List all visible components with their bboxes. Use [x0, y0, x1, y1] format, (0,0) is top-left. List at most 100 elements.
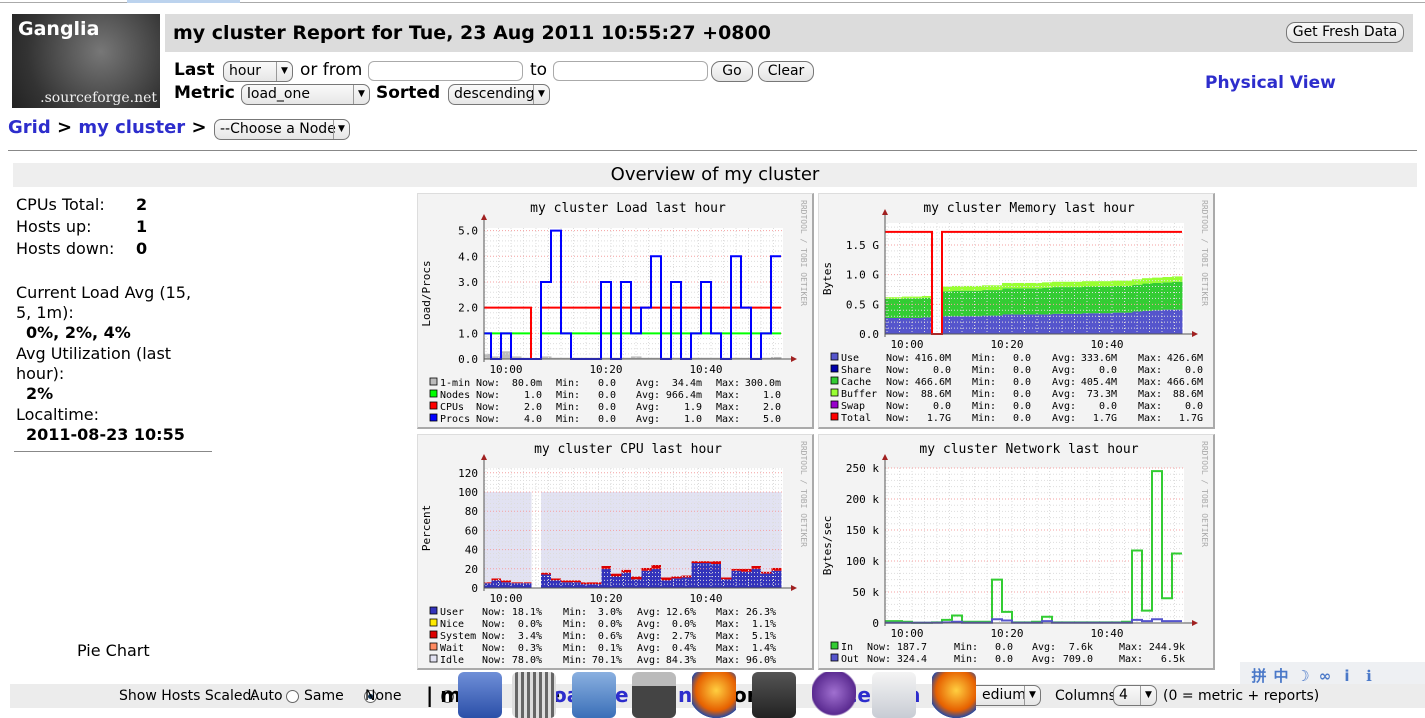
firefox-dock-icon[interactable] — [932, 672, 976, 718]
series-cache-bar — [922, 297, 933, 318]
legend-max-label: Max: — [716, 655, 740, 666]
cpu-graph[interactable]: 0 20 40 60 80 100 120 10:00 10:20 10:40 my cluster… — [417, 434, 814, 670]
legend-name: Nice — [440, 619, 464, 630]
series-user-bar — [561, 582, 572, 588]
last-range-select[interactable]: hour ▼ — [223, 61, 293, 82]
series-buffer-bar — [922, 296, 933, 298]
series-cache-bar — [892, 298, 903, 318]
series-user-bar — [771, 570, 782, 588]
trash-dock-icon[interactable] — [512, 672, 556, 718]
series-user-bar — [721, 579, 732, 588]
from-date-input[interactable] — [368, 61, 523, 81]
series-cache-bar — [1112, 285, 1123, 313]
series-system-bar — [601, 565, 612, 569]
clear-button[interactable]: Clear — [758, 61, 814, 82]
legend-min-label: Min: — [556, 378, 580, 389]
to-date-input[interactable] — [553, 61, 708, 81]
choose-node-value: --Choose a Node — [220, 121, 336, 137]
series-use-bar — [1052, 313, 1063, 334]
legend-name: System — [440, 631, 476, 642]
series-system-bar — [484, 582, 492, 584]
series-cache-bar — [885, 298, 893, 318]
series-idle-bar — [751, 492, 762, 566]
pidgin-dock-icon[interactable] — [812, 672, 856, 718]
legend-max-label: Max: — [716, 619, 740, 630]
legend-name: Buffer — [841, 389, 877, 400]
logo-text: Ganglia — [18, 18, 100, 40]
legend-avg-label: Avg: — [636, 402, 660, 413]
breadcrumb-cluster-link[interactable]: my cluster — [78, 117, 185, 138]
series-cache-bar — [1172, 281, 1183, 310]
legend-now-value: 2.0 — [524, 402, 542, 413]
columns-label: Columns — [1055, 688, 1116, 704]
legend-swatch — [830, 352, 839, 361]
columns-select[interactable]: 4 ▼ — [1113, 685, 1157, 706]
legend-min-label: Min: — [563, 643, 587, 654]
legend-max-value: 0.0 — [1185, 401, 1203, 412]
legend-now-label: Now: — [867, 654, 891, 665]
legend-min-label: Min: — [972, 377, 996, 388]
legend-max-label: Max: — [1119, 654, 1143, 665]
series-cache-bar — [1082, 286, 1093, 314]
series-use-bar — [1122, 312, 1133, 334]
plot-area — [885, 468, 1184, 623]
network-graph[interactable]: 0 50 k 100 k 150 k 200 k 250 k 10:00 10:20 10:40… — [818, 434, 1215, 670]
document-dock-icon[interactable] — [872, 672, 916, 718]
y-tick-label: 150 k — [846, 524, 879, 537]
y-axis-label: Percent — [420, 505, 433, 551]
legend-max-value: 1.1% — [752, 619, 776, 630]
legend-now-value: 3.4% — [518, 631, 542, 642]
firefox-dock-icon[interactable] — [692, 672, 736, 718]
legend-now-value: 78.0% — [512, 655, 542, 666]
legend-avg-label: Avg: — [1052, 353, 1076, 364]
series-user-bar — [691, 563, 702, 588]
calendar-dock-icon[interactable] — [458, 672, 502, 718]
legend-max-label: Max: — [716, 414, 740, 425]
legend-name: Use — [841, 353, 859, 364]
legend-now-label: Now: — [886, 413, 910, 424]
legend-now-value: 0.0 — [933, 365, 951, 376]
sorted-select[interactable]: descending ▼ — [448, 84, 550, 105]
series-cache-bar — [1122, 285, 1133, 313]
series-user-bar — [631, 579, 642, 588]
series-idle-bar — [651, 492, 662, 565]
metric-select[interactable]: load_one ▼ — [241, 84, 370, 105]
chevron-down-icon: ▼ — [533, 85, 549, 104]
go-button[interactable]: Go — [711, 61, 753, 82]
legend-name: Swap — [841, 401, 865, 412]
legend-avg-label: Avg: — [1032, 642, 1056, 653]
scaled-same-label: Same — [304, 688, 344, 704]
legend-now-value: 187.7 — [897, 642, 927, 653]
legend-swatch — [429, 606, 438, 615]
get-fresh-data-button[interactable]: Get Fresh Data — [1286, 22, 1404, 43]
breadcrumb: Grid > my cluster > — [8, 117, 207, 138]
legend-now-value: 416.0M — [915, 353, 951, 364]
legend-swatch — [429, 654, 438, 663]
browser-tab[interactable] — [127, 0, 240, 3]
ganglia-logo[interactable]: Ganglia .sourceforge.net — [12, 14, 160, 108]
legend-min-value: 0.0 — [598, 390, 616, 401]
legend-max-value: 5.1% — [752, 631, 776, 642]
graph-title: my cluster Memory last hour — [923, 201, 1134, 216]
scaled-auto-radio[interactable] — [286, 690, 299, 703]
load-graph[interactable]: 0.0 1.0 2.0 3.0 4.0 5.0 10:00 10:20 10:40 my clus… — [417, 193, 814, 429]
series-buffer-bar — [972, 285, 983, 291]
hosts-up-value: 1 — [136, 217, 148, 236]
memory-graph[interactable]: 0.0 0.5 G 1.0 G 1.5 G 10:00 10:20 10:40 my clus… — [818, 193, 1215, 429]
choose-node-select[interactable]: --Choose a Node ▼ — [214, 119, 350, 140]
terminal-dock-icon[interactable] — [752, 672, 796, 718]
x-tick-label: 10:40 — [1090, 627, 1123, 640]
physical-view-link[interactable]: Physical View — [1205, 73, 1336, 93]
report-title-bar: my cluster Report for Tue, 23 Aug 2011 1… — [165, 14, 1413, 52]
series-cache-bar — [942, 291, 953, 317]
breadcrumb-grid-link[interactable]: Grid — [8, 117, 51, 138]
files-dock-icon[interactable] — [572, 672, 616, 718]
legend-now-value: 0.0 — [933, 401, 951, 412]
legend-now-label: Now: — [482, 619, 506, 630]
legend-now-label: Now: — [886, 377, 910, 388]
legend-min-label: Min: — [563, 607, 587, 618]
series-buffer-bar — [1122, 280, 1133, 286]
size-select[interactable]: edium ▼ — [965, 685, 1041, 706]
series-system-bar — [661, 577, 672, 581]
cabinet-dock-icon[interactable] — [632, 672, 676, 718]
